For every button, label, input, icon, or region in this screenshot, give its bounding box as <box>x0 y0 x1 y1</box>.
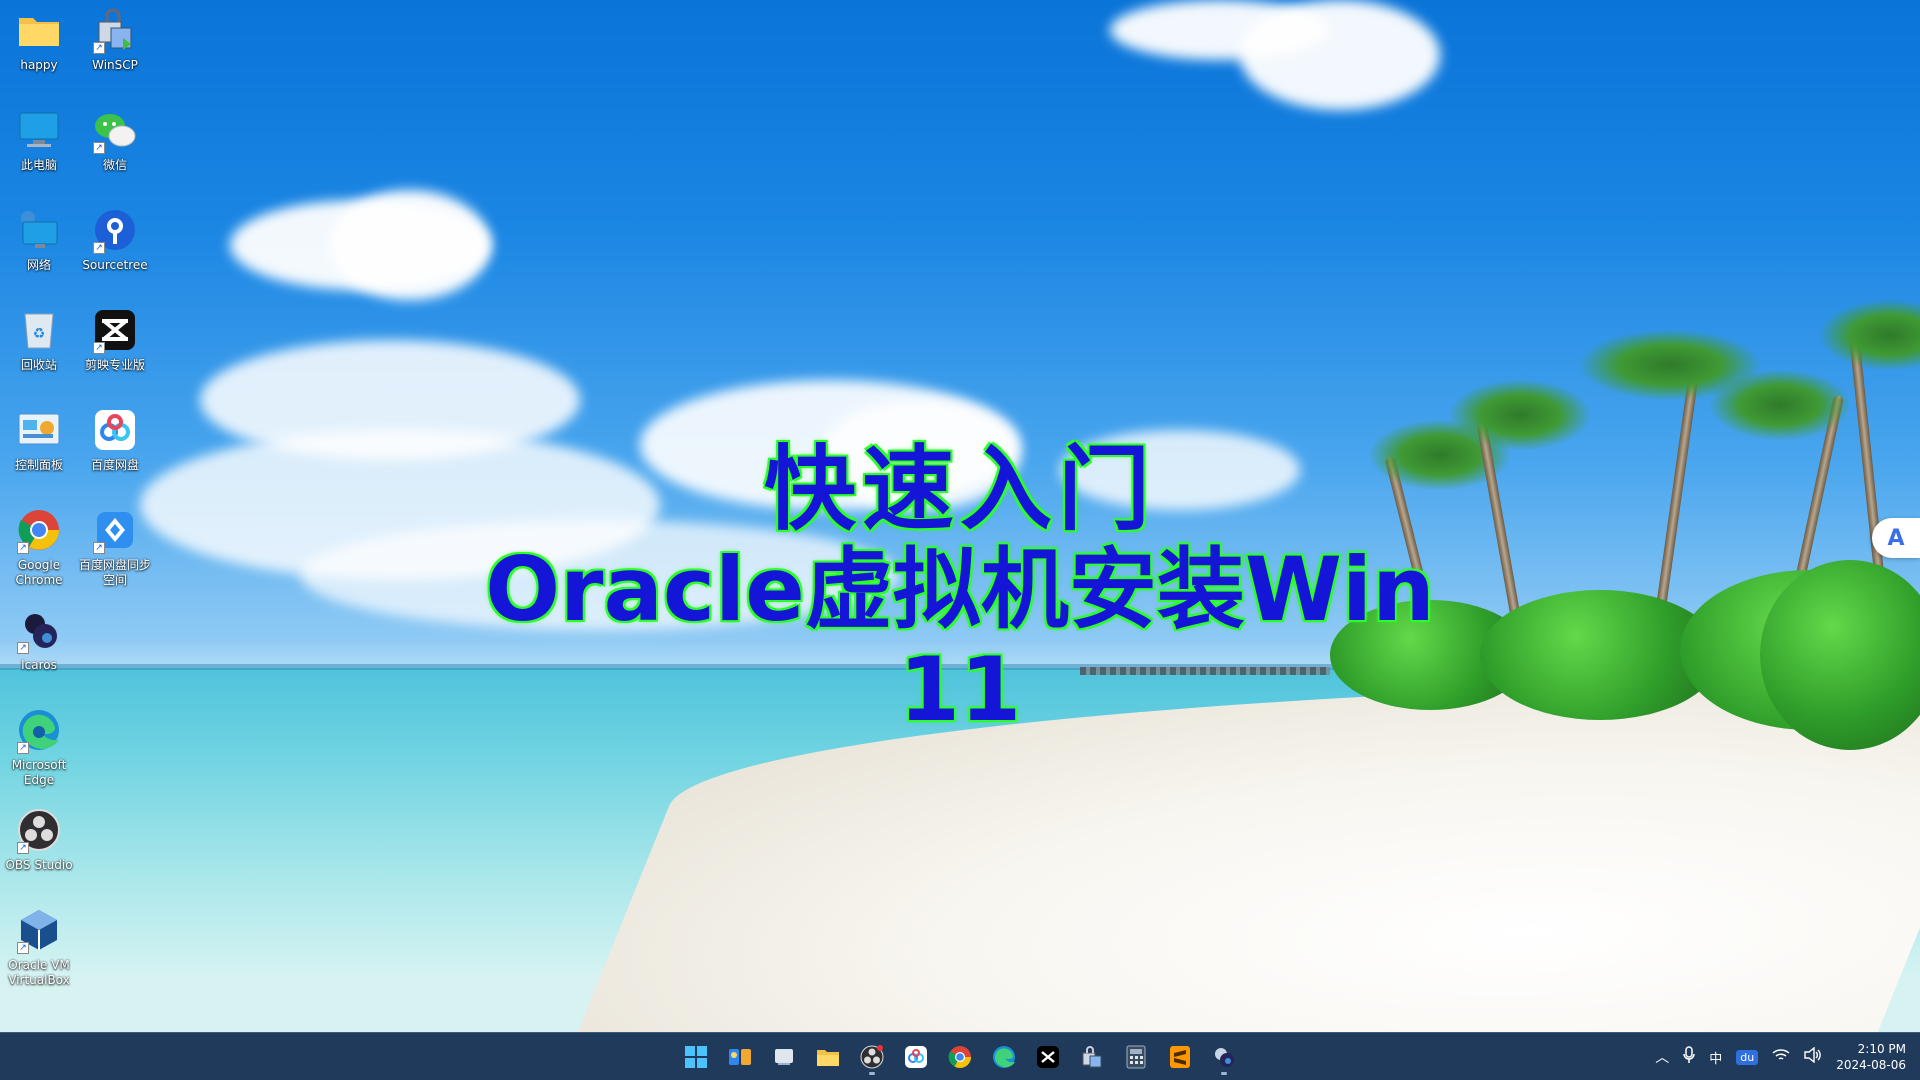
chevron-up-icon: ︿ <box>1655 1050 1670 1066</box>
running-indicator <box>869 1072 875 1075</box>
edge-taskbar-button[interactable] <box>984 1037 1024 1077</box>
this-pc-icon <box>15 106 63 154</box>
desktop-icon-label: WinSCP <box>92 58 138 72</box>
desktop-icon-control-panel[interactable]: 控制面板 <box>0 406 78 502</box>
icaros-icon <box>1215 1048 1234 1067</box>
obs-icon: ↗ <box>15 806 63 854</box>
title-line-2: Oracle虚拟机安装Win 11 <box>485 538 1435 741</box>
file-explorer-button[interactable] <box>808 1037 848 1077</box>
desktop-icon-label: Oracle VM VirtualBox <box>8 958 70 987</box>
start-icon <box>685 1046 707 1068</box>
chrome-icon <box>948 1046 971 1068</box>
control-panel-icon <box>15 406 63 454</box>
widgets-icon <box>729 1049 751 1065</box>
recycle-bin-icon: ♻ <box>15 306 63 354</box>
clock-button[interactable]: 2:10 PM 2024-08-06 <box>1836 1041 1906 1073</box>
desktop-icon-capcut[interactable]: ↗ 剪映专业版 <box>76 306 154 402</box>
icaros-taskbar-button[interactable] <box>1204 1037 1244 1077</box>
network-icon <box>15 206 63 254</box>
winscp-taskbar-button[interactable] <box>1072 1037 1112 1077</box>
sourcetree-icon: ↗ <box>91 206 139 254</box>
desktop-icon-happy[interactable]: happy <box>0 6 78 102</box>
microphone-button[interactable] <box>1683 1046 1696 1068</box>
desktop-icon-label: OBS Studio <box>5 858 73 872</box>
desktop-icon-recycle-bin[interactable]: ♻ 回收站 <box>0 306 78 402</box>
virtualbox-icon: ↗ <box>15 906 63 954</box>
baidu-netdisk-icon <box>905 1046 927 1068</box>
winscp-icon: ↗ <box>91 6 139 54</box>
sublime-icon <box>1170 1046 1190 1068</box>
svg-text:♻: ♻ <box>33 326 46 342</box>
calculator-taskbar-button[interactable] <box>1116 1037 1156 1077</box>
edge-icon <box>993 1046 1015 1068</box>
desktop-icon-baidu-netdisk[interactable]: 百度网盘 <box>76 406 154 502</box>
baidu-netdisk-icon <box>91 406 139 454</box>
desktop-icon-label: happy <box>20 58 58 72</box>
desktop-icon-label: 百度网盘 <box>90 458 139 472</box>
widgets-button[interactable] <box>720 1037 760 1077</box>
calculator-icon <box>1126 1045 1146 1069</box>
desktop-icon-this-pc[interactable]: 此电脑 <box>0 106 78 202</box>
speaker-icon <box>1804 1046 1822 1064</box>
desktop-icon-winscp[interactable]: ↗ WinSCP <box>76 6 154 102</box>
side-assistant-button[interactable]: A <box>1872 518 1920 558</box>
desktop-icon-label: 网络 <box>26 258 51 272</box>
desktop-icon-wechat[interactable]: ↗ 微信 <box>76 106 154 202</box>
task-view-icon <box>775 1049 793 1065</box>
running-indicator <box>1221 1072 1227 1075</box>
clock-date: 2024-08-06 <box>1836 1058 1906 1072</box>
desktop-icon-icaros[interactable]: ↗ Icaros <box>0 606 78 702</box>
obs-icon <box>860 1045 884 1069</box>
desktop-icon-label: 此电脑 <box>20 158 57 172</box>
chrome-icon: ↗ <box>15 506 63 554</box>
desktop-icon-virtualbox[interactable]: ↗ Oracle VM VirtualBox <box>0 906 78 1002</box>
icaros-icon: ↗ <box>15 606 63 654</box>
wechat-icon: ↗ <box>91 106 139 154</box>
obs-taskbar-button[interactable] <box>852 1037 892 1077</box>
wifi-icon <box>1772 1049 1790 1060</box>
baidu-ime-label: du <box>1740 1050 1755 1064</box>
baidu-netdisk-taskbar-button[interactable] <box>896 1037 936 1077</box>
show-hidden-icons-button[interactable]: ︿ <box>1655 1047 1669 1067</box>
network-button[interactable] <box>1772 1048 1790 1066</box>
task-view-button[interactable] <box>764 1037 804 1077</box>
baidu-ime-button[interactable]: du <box>1736 1049 1759 1065</box>
video-title-overlay: 快速入门 Oracle虚拟机安装Win 11 <box>440 440 1480 740</box>
desktop-icon-label: 微信 <box>102 158 127 172</box>
desktop-icon-microsoft-edge[interactable]: ↗ Microsoft Edge <box>0 706 78 802</box>
title-line-1: 快速入门 <box>763 436 1156 543</box>
volume-button[interactable] <box>1804 1046 1822 1067</box>
desktop-icon-baidu-sync[interactable]: ↗ 百度网盘同步空间 <box>76 506 154 602</box>
desktop-icon-obs-studio[interactable]: ↗ OBS Studio <box>0 806 78 902</box>
edge-icon: ↗ <box>15 706 63 754</box>
baidu-sync-icon: ↗ <box>91 506 139 554</box>
sublime-taskbar-button[interactable] <box>1160 1037 1200 1077</box>
desktop-icon-label: 剪映专业版 <box>84 358 145 372</box>
winscp-icon <box>1082 1046 1102 1068</box>
input-method-button[interactable]: 中 <box>1709 1048 1722 1067</box>
desktop-icon-label: Google Chrome <box>15 558 63 587</box>
desktop-icon-label: 回收站 <box>20 358 57 372</box>
desktop-icon-network[interactable]: 网络 <box>0 206 78 302</box>
folder-icon <box>15 6 63 54</box>
file-explorer-icon <box>817 1050 839 1066</box>
capcut-icon <box>1037 1046 1059 1068</box>
desktop-icon-sourcetree[interactable]: ↗ Sourcetree <box>76 206 154 302</box>
desktop-icon-label: Icaros <box>21 658 57 672</box>
capcut-icon: ↗ <box>91 306 139 354</box>
start-button[interactable] <box>676 1037 716 1077</box>
taskbar: ︿ 中 du 2:10 PM 2024-08-06 <box>0 1032 1920 1080</box>
desktop-icon-google-chrome[interactable]: ↗ Google Chrome <box>0 506 78 602</box>
clock-time: 2:10 PM <box>1857 1042 1906 1056</box>
assistant-letter: A <box>1887 525 1905 551</box>
capcut-taskbar-button[interactable] <box>1028 1037 1068 1077</box>
desktop-icon-label: 控制面板 <box>14 458 63 472</box>
chrome-taskbar-button[interactable] <box>940 1037 980 1077</box>
desktop-icon-label: 百度网盘同步空间 <box>78 558 151 587</box>
microphone-icon <box>1683 1046 1696 1063</box>
taskbar-apps <box>676 1037 1244 1077</box>
desktop-icon-label: Sourcetree <box>82 258 148 272</box>
system-tray: ︿ 中 du 2:10 PM 2024-08-06 <box>1655 1033 1920 1080</box>
desktop-icon-label: Microsoft Edge <box>11 758 67 787</box>
